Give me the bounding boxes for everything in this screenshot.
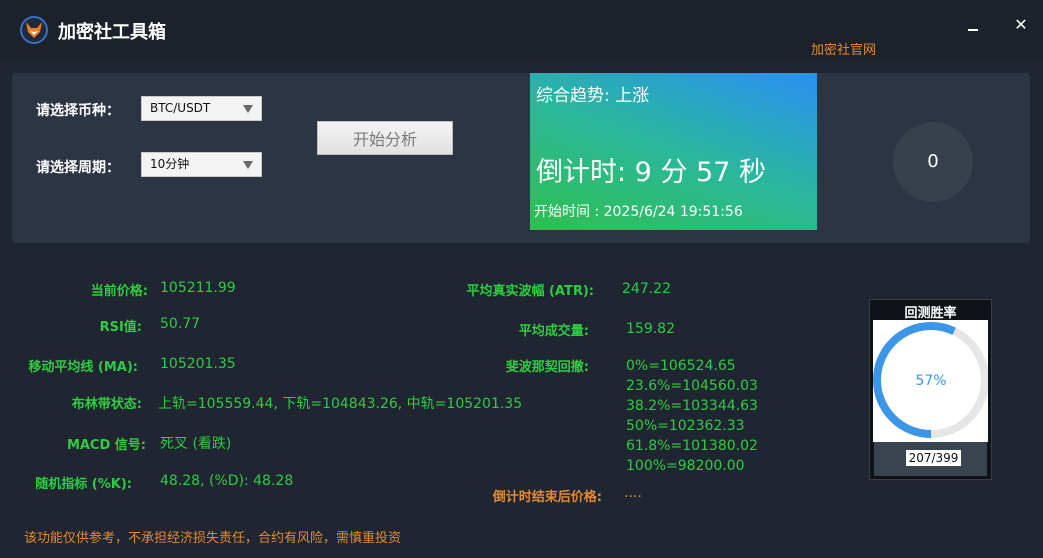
- win-rate-text: 57%: [915, 373, 946, 389]
- macd-label: MACD 信号:: [66, 438, 146, 453]
- official-site-link[interactable]: 加密社官网: [811, 39, 876, 58]
- end-price-value: ....: [624, 485, 642, 501]
- coin-select-value: BTC/USDT: [150, 101, 211, 115]
- price-label: 当前价格:: [90, 284, 148, 299]
- fib-item: 0%=106524.65: [626, 358, 736, 374]
- fib-label: 斐波那契回撤:: [505, 360, 589, 375]
- ma-value: 105201.35: [160, 356, 236, 372]
- kdj-label: 随机指标 (%K):: [35, 477, 132, 492]
- trend-card: 综合趋势: 上涨 倒计时: 9 分 57 秒 开始时间 : 2025/6/24 …: [530, 73, 817, 230]
- rsi-label: RSI值:: [99, 320, 142, 335]
- fox-logo-icon: [20, 16, 48, 44]
- countdown-text: 倒计时: 9 分 57 秒: [536, 157, 766, 188]
- boll-value: 上轨=105559.44, 下轨=104843.26, 中轨=105201.35: [158, 396, 523, 412]
- disclaimer-text: 该功能仅供参考，不承担经济损失责任，合约有风险，需慎重投资: [24, 531, 402, 546]
- app-title: 加密社工具箱: [58, 22, 166, 43]
- backtest-title: 回测胜率: [904, 306, 957, 321]
- kdj-value: 48.28, (%D): 48.28: [160, 473, 294, 489]
- end-price-label: 倒计时结束后价格:: [492, 490, 602, 505]
- start-analysis-button[interactable]: 开始分析: [317, 121, 453, 155]
- coin-select[interactable]: BTC/USDT: [141, 96, 262, 121]
- fib-item: 38.2%=103344.63: [626, 398, 758, 414]
- atr-label: 平均真实波幅 (ATR):: [466, 284, 594, 299]
- fib-item: 61.8%=101380.02: [626, 438, 758, 454]
- fib-list: 0%=106524.65 23.6%=104560.03 38.2%=10334…: [626, 356, 758, 476]
- backtest-card: 回测胜率 57% 207/399: [869, 299, 992, 480]
- backtest-count-box: 207/399: [874, 442, 987, 476]
- dropdown-arrow-icon: [243, 161, 253, 169]
- price-value: 105211.99: [160, 280, 236, 296]
- start-time-text: 开始时间 : 2025/6/24 19:51:56: [534, 204, 743, 220]
- fib-item: 23.6%=104560.03: [626, 378, 758, 394]
- title-bar: 加密社工具箱 ✕ 加密社官网: [0, 0, 1043, 60]
- close-button[interactable]: ✕: [1012, 16, 1030, 34]
- period-select-value: 10分钟: [150, 157, 190, 171]
- macd-value: 死叉 (看跌): [160, 436, 232, 452]
- win-rate-ring: 57%: [873, 322, 989, 438]
- fib-item: 50%=102362.33: [626, 418, 745, 434]
- rsi-value: 50.77: [160, 316, 201, 332]
- fib-item: 100%=98200.00: [626, 458, 745, 474]
- counter-circle: 0: [893, 122, 973, 202]
- boll-label: 布林带状态:: [71, 397, 142, 412]
- period-label: 请选择周期：: [36, 160, 120, 176]
- ma-label: 移动平均线 (MA):: [28, 360, 138, 375]
- backtest-count: 207/399: [906, 450, 961, 466]
- backtest-chart-area: 57%: [873, 320, 989, 442]
- trend-text: 综合趋势: 上涨: [536, 86, 650, 106]
- atr-value: 247.22: [622, 281, 671, 297]
- period-select[interactable]: 10分钟: [141, 152, 262, 177]
- dropdown-arrow-icon: [243, 105, 253, 113]
- volume-value: 159.82: [626, 321, 675, 337]
- coin-label: 请选择币种：: [36, 103, 120, 119]
- minimize-button[interactable]: [964, 16, 982, 34]
- volume-label: 平均成交量:: [518, 324, 589, 339]
